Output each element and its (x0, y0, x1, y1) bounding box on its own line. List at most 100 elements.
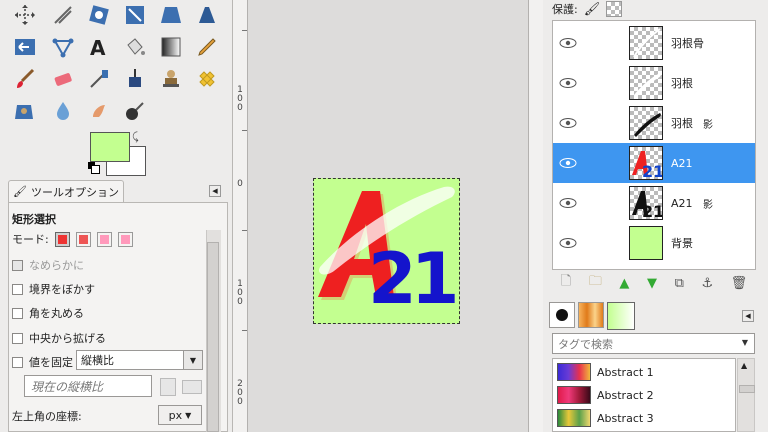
eye-icon[interactable] (559, 157, 577, 169)
align-tool-icon[interactable] (12, 34, 38, 60)
tag-search-input[interactable]: タグで検索 ▼ (552, 333, 755, 354)
text-tool-icon[interactable]: A (86, 34, 112, 60)
scrollbar-thumb[interactable] (739, 385, 755, 393)
toolbox: A ⤹ 🖌 ツールオプション ◀ 矩形選択 モード: なめらかに 境界をぼかす (0, 0, 233, 432)
tab-tool-options[interactable]: 🖌 ツールオプション (8, 180, 124, 202)
dodge-burn-icon[interactable] (122, 98, 148, 124)
scroll-up-icon[interactable]: ▲ (741, 361, 747, 370)
new-layer-icon[interactable]: 🗋 (561, 272, 571, 294)
svg-text:21: 21 (368, 238, 455, 320)
airbrush-tool-icon[interactable] (86, 66, 112, 92)
list-item[interactable]: Abstract 3 (557, 407, 654, 429)
shear-tool-icon[interactable] (50, 2, 76, 28)
mode-add-button[interactable] (75, 231, 91, 247)
fixed-mode-value: 縦横比 (81, 354, 114, 367)
pencil-tool-icon[interactable] (194, 34, 220, 60)
duplicate-layer-icon[interactable]: ⧉ (675, 276, 684, 291)
unit-value: px (168, 408, 183, 422)
move-tool-icon[interactable] (12, 2, 38, 28)
layer-thumbnail: 21 (629, 146, 663, 180)
heal-tool-icon[interactable] (194, 66, 220, 92)
perspective-tool-icon[interactable] (158, 2, 184, 28)
mode-subtract-button[interactable] (96, 231, 112, 247)
svg-text:A: A (90, 36, 106, 59)
gradient-name: Abstract 1 (597, 365, 654, 379)
gradient-list-scrollbar[interactable]: ▲ (737, 358, 755, 432)
tab-gradients[interactable] (607, 302, 635, 330)
layer-row[interactable]: 21 A21 影 (553, 183, 755, 223)
ruler-label: 0 (237, 397, 243, 407)
unit-select[interactable]: px ▼ (158, 405, 202, 425)
chevron-down-icon: ▼ (185, 410, 192, 420)
new-group-icon[interactable]: 🗀 (589, 272, 602, 294)
layer-thumbnail: 21 (629, 186, 663, 220)
paths-tool-icon[interactable] (50, 34, 76, 60)
layer-toolbar: 🗋 🗀 ▲ ▼ ⧉ ⚓ 🗑 (552, 272, 756, 294)
swap-colors-icon[interactable]: ⤹ (132, 130, 139, 144)
lock-pixels-icon[interactable]: 🖌 (584, 2, 601, 17)
mode-label: モード: (12, 233, 49, 246)
rounded-corners-label: 角を丸める (29, 307, 84, 320)
layer-name: A21 (671, 196, 693, 210)
flip-tool-icon[interactable] (194, 2, 220, 28)
smudge-tool-icon[interactable] (86, 98, 112, 124)
layer-row[interactable]: 羽根 (553, 63, 755, 103)
rounded-corners-checkbox[interactable] (12, 307, 23, 319)
color-swatches[interactable]: ⤹ (86, 130, 148, 176)
antialias-checkbox[interactable] (12, 259, 23, 271)
layer-name: 背景 (671, 237, 693, 250)
anchor-layer-icon[interactable]: ⚓ (701, 276, 713, 291)
tab-patterns[interactable] (578, 302, 604, 328)
layer-row-selected[interactable]: 21 A21 (553, 143, 755, 183)
ink-tool-icon[interactable] (122, 66, 148, 92)
feather-checkbox[interactable] (12, 283, 23, 295)
panel-menu-icon[interactable]: ◀ (209, 185, 221, 197)
raise-layer-icon[interactable]: ▲ (619, 276, 629, 291)
eraser-tool-icon[interactable] (50, 66, 76, 92)
layer-thumbnail (629, 226, 663, 260)
layer-thumbnail (629, 26, 663, 60)
ruler-label: 0 (237, 297, 243, 307)
image-canvas[interactable]: 21 (313, 178, 460, 324)
delete-layer-icon[interactable]: 🗑 (731, 276, 748, 291)
gradient-list: Abstract 1 Abstract 2 Abstract 3 (552, 358, 736, 432)
chevron-down-icon[interactable]: ▼ (742, 338, 748, 347)
bucket-fill-icon[interactable] (122, 34, 148, 60)
blur-tool-icon[interactable] (50, 98, 76, 124)
blend-tool-icon[interactable] (158, 34, 184, 60)
eye-icon[interactable] (559, 77, 577, 89)
mode-intersect-button[interactable] (117, 231, 133, 247)
eye-icon[interactable] (559, 237, 577, 249)
lock-alpha-icon[interactable] (606, 1, 623, 17)
aspect-ratio-input[interactable]: 現在の縦横比 (24, 375, 152, 397)
chevron-down-icon[interactable]: ▼ (183, 351, 202, 369)
perspective-clone-icon[interactable] (12, 98, 38, 124)
layer-row[interactable]: 羽根 影 (553, 103, 755, 143)
paintbrush-tool-icon[interactable] (12, 66, 38, 92)
layer-thumbnail (629, 106, 663, 140)
mode-replace-button[interactable] (54, 231, 70, 247)
layer-row[interactable]: 羽根骨 (553, 23, 755, 63)
portrait-icon[interactable] (160, 378, 176, 396)
eye-icon[interactable] (559, 117, 577, 129)
scale-tool-icon[interactable] (122, 2, 148, 28)
landscape-icon[interactable] (182, 380, 202, 394)
eye-icon[interactable] (559, 37, 577, 49)
lower-layer-icon[interactable]: ▼ (647, 276, 657, 291)
tab-brushes[interactable] (549, 302, 575, 328)
feather-label: 境界をぼかす (29, 283, 95, 296)
layer-row[interactable]: 背景 (553, 223, 755, 263)
clone-tool-icon[interactable] (158, 66, 184, 92)
tool-options-scrollbar-thumb[interactable] (207, 242, 219, 432)
foreground-color[interactable] (90, 132, 130, 162)
fixed-checkbox[interactable] (12, 356, 23, 368)
eye-icon[interactable] (559, 197, 577, 209)
fixed-mode-select[interactable]: 縦横比 ▼ (76, 350, 203, 370)
default-colors-icon[interactable] (88, 162, 100, 174)
panel-menu-icon[interactable]: ◀ (742, 310, 754, 322)
canvas-right-scrollbar[interactable] (528, 0, 544, 432)
expand-center-checkbox[interactable] (12, 332, 23, 344)
list-item[interactable]: Abstract 2 (557, 384, 654, 406)
cage-tool-icon[interactable] (86, 2, 112, 28)
list-item[interactable]: Abstract 1 (557, 361, 654, 383)
